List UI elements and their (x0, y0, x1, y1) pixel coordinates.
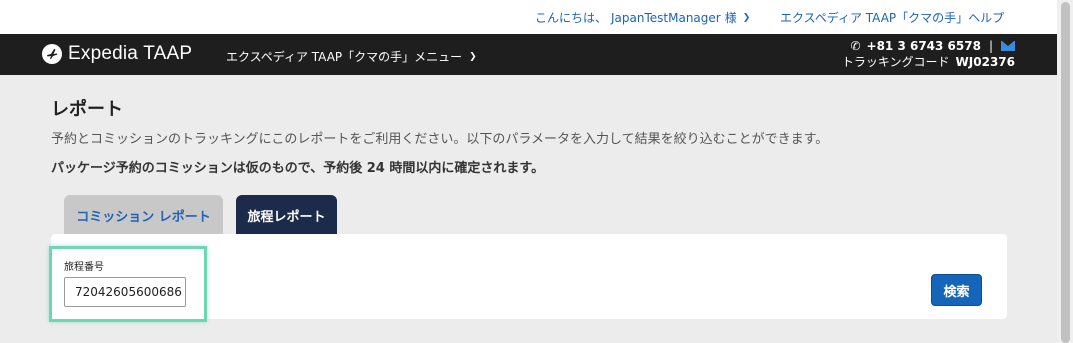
tab-itinerary-report[interactable]: 旅程レポート (236, 195, 337, 235)
main-navbar: Expedia TAAP エクスペディア TAAP「クマの手」メニュー ❯ ✆ … (0, 34, 1057, 75)
tracking-label: トラッキングコード (841, 55, 950, 69)
expedia-plane-icon (42, 44, 62, 64)
menu-label: エクスペディア TAAP「クマの手」メニュー (226, 50, 463, 64)
chevron-down-icon: ❯ (742, 12, 751, 23)
user-greeting-menu[interactable]: こんにちは、 JapanTestManager 様 ❯ (535, 9, 750, 26)
brand-logo-link[interactable]: Expedia TAAP (42, 43, 192, 65)
top-utility-bar: こんにちは、 JapanTestManager 様 ❯ エクスペディア TAAP… (0, 0, 1057, 34)
phone-number[interactable]: +81 3 6743 6578 (867, 38, 981, 54)
mail-icon[interactable] (1001, 41, 1015, 51)
greeting-suffix: 様 (724, 11, 737, 25)
itinerary-number-input[interactable]: 72042605600686 (64, 277, 186, 307)
help-link[interactable]: エクスペディア TAAP「クマの手」ヘルプ (780, 9, 1004, 26)
commission-note: パッケージ予約のコミッションは仮のもので、予約後 24 時間以内に確定されます。 (51, 161, 545, 176)
greeting-prefix: こんにちは、 (535, 11, 608, 25)
chevron-down-icon: ❯ (469, 51, 477, 62)
itinerary-number-label: 旅程番号 (64, 262, 104, 273)
page-title: レポート (51, 99, 123, 120)
search-button[interactable]: 検索 (931, 274, 982, 306)
contact-info: ✆ +81 3 6743 6578 | トラッキングコード WJ02376 (842, 38, 1015, 70)
page-description: 予約とコミッションのトラッキングにこのレポートをご利用ください。以下のパラメータ… (51, 132, 829, 147)
user-name: JapanTestManager (611, 10, 721, 25)
taap-menu-dropdown[interactable]: エクスペディア TAAP「クマの手」メニュー ❯ (226, 48, 477, 65)
brand-name: Expedia TAAP (68, 43, 193, 64)
tracking-code: WJ02376 (955, 55, 1015, 69)
separator: | (988, 39, 993, 53)
phone-icon: ✆ (850, 39, 861, 53)
tab-commission-report[interactable]: コミッション レポート (64, 195, 223, 235)
scrollbar-thumb[interactable] (1061, 2, 1070, 343)
